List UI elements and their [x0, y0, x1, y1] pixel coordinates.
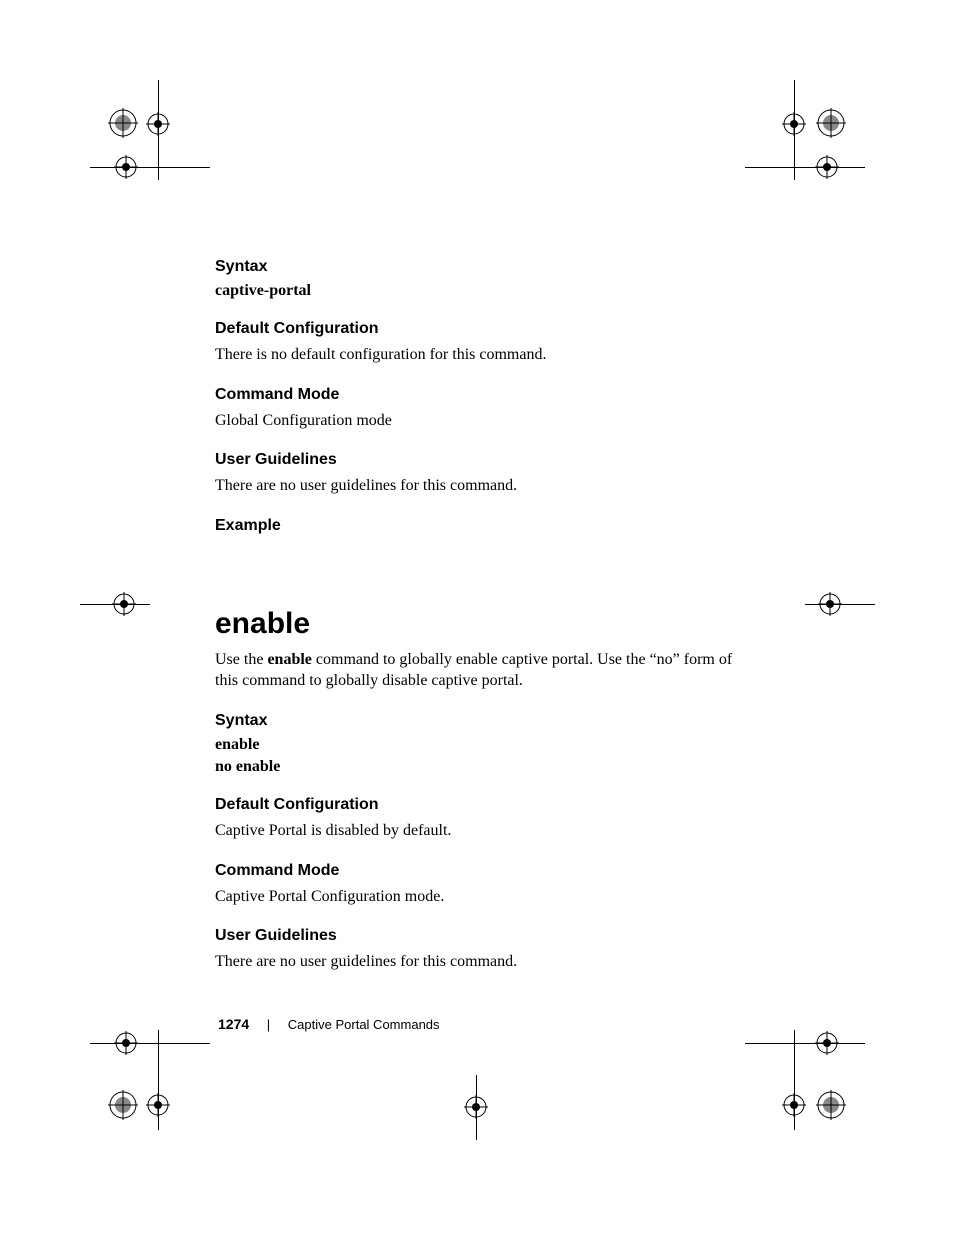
- crop-mark-line: [90, 167, 210, 168]
- desc-pre: Use the: [215, 651, 267, 668]
- crop-mark-line: [745, 1043, 865, 1044]
- user-guidelines-text-2: There are no user guidelines for this co…: [215, 951, 755, 973]
- registration-mark-icon: [146, 112, 170, 136]
- footer-separator: |: [267, 1017, 270, 1032]
- command-description: Use the enable command to globally enabl…: [215, 649, 755, 692]
- crop-mark-line: [90, 1043, 210, 1044]
- registration-mark-icon: [818, 592, 842, 616]
- heading-default-configuration: Default Configuration: [215, 320, 755, 338]
- syntax-command-enable: enable: [215, 736, 755, 754]
- syntax-command: captive-portal: [215, 282, 755, 300]
- page-footer: 1274 | Captive Portal Commands: [218, 1016, 440, 1032]
- registration-mark-icon: [108, 108, 138, 138]
- registration-mark-icon: [815, 155, 839, 179]
- registration-mark-icon: [815, 1031, 839, 1055]
- command-mode-text-2: Captive Portal Configuration mode.: [215, 886, 755, 908]
- page-content: Syntax captive-portal Default Configurat…: [215, 258, 755, 993]
- command-title-enable: enable: [215, 607, 755, 641]
- footer-section-title: Captive Portal Commands: [288, 1017, 440, 1032]
- page-number: 1274: [218, 1016, 249, 1032]
- heading-example: Example: [215, 517, 755, 535]
- heading-user-guidelines-2: User Guidelines: [215, 927, 755, 945]
- registration-mark-icon: [782, 112, 806, 136]
- heading-command-mode-2: Command Mode: [215, 862, 755, 880]
- registration-mark-icon: [464, 1095, 488, 1119]
- crop-mark-line: [745, 167, 865, 168]
- desc-bold: enable: [267, 651, 311, 668]
- command-mode-text: Global Configuration mode: [215, 410, 755, 432]
- registration-mark-icon: [114, 155, 138, 179]
- registration-mark-icon: [112, 592, 136, 616]
- syntax-command-no-enable: no enable: [215, 758, 755, 776]
- heading-default-configuration-2: Default Configuration: [215, 796, 755, 814]
- heading-user-guidelines: User Guidelines: [215, 451, 755, 469]
- user-guidelines-text: There are no user guidelines for this co…: [215, 475, 755, 497]
- registration-mark-icon: [108, 1090, 138, 1120]
- default-configuration-text: There is no default configuration for th…: [215, 344, 755, 366]
- default-configuration-text-2: Captive Portal is disabled by default.: [215, 820, 755, 842]
- heading-syntax-2: Syntax: [215, 712, 755, 730]
- heading-syntax: Syntax: [215, 258, 755, 276]
- heading-command-mode: Command Mode: [215, 386, 755, 404]
- registration-mark-icon: [114, 1031, 138, 1055]
- registration-mark-icon: [146, 1093, 170, 1117]
- registration-mark-icon: [816, 108, 846, 138]
- registration-mark-icon: [782, 1093, 806, 1117]
- registration-mark-icon: [816, 1090, 846, 1120]
